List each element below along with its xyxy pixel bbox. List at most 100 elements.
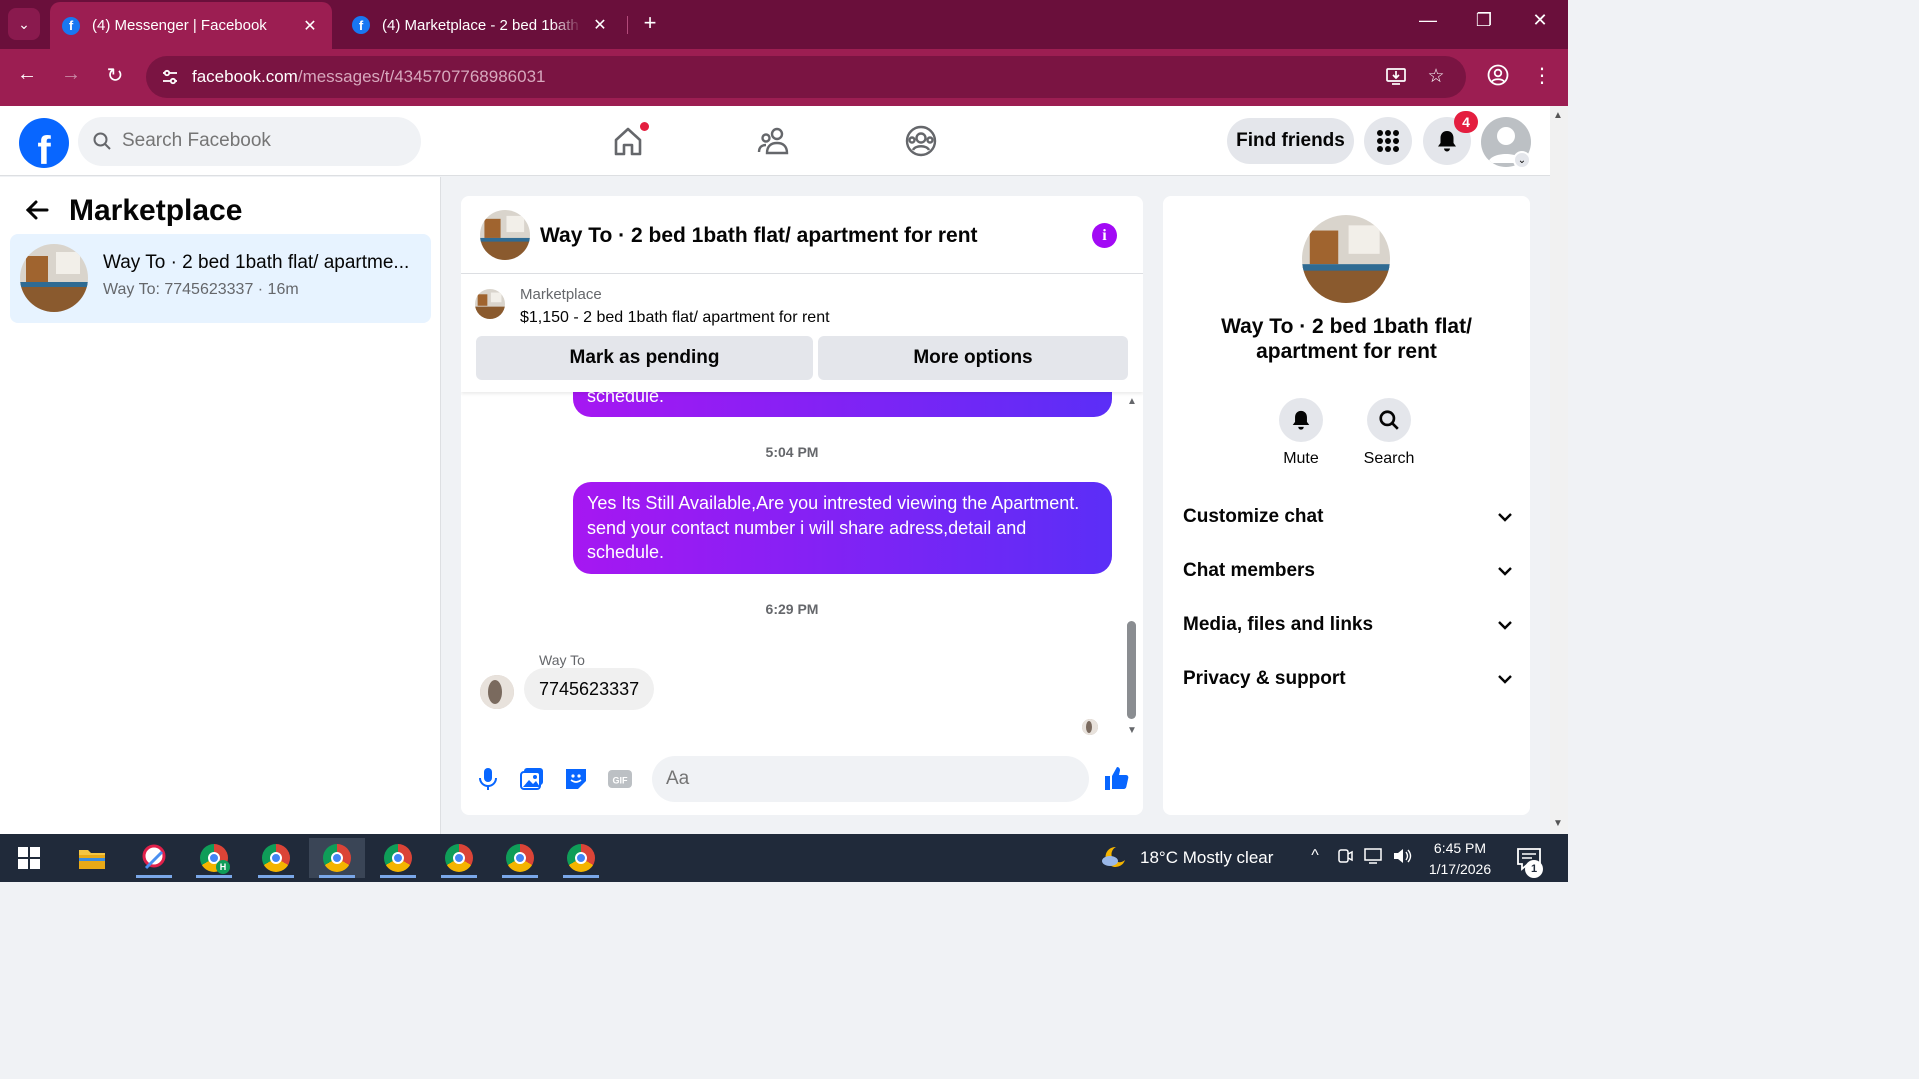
message-list[interactable]: schedule. 5:04 PM Yes Its Still Availabl… — [461, 392, 1143, 748]
chrome-profile-h-icon[interactable]: H — [186, 838, 242, 878]
gif-icon[interactable]: GIF — [607, 766, 633, 792]
account-caret-icon[interactable]: ⌄ — [1513, 151, 1531, 169]
section-label: Customize chat — [1183, 506, 1324, 527]
facebook-favicon-icon: f — [352, 16, 370, 34]
tab-close-icon[interactable]: ✕ — [590, 15, 610, 35]
tab-title: (4) Marketplace - 2 bed 1bath flat/ apar… — [382, 16, 582, 34]
meet-icon[interactable] — [1334, 847, 1356, 870]
photo-icon[interactable] — [519, 766, 545, 792]
listing-thumbnail[interactable] — [475, 289, 505, 319]
section-label: Media, files and links — [1183, 614, 1374, 635]
incoming-message[interactable]: 7745623337 — [524, 668, 655, 710]
media-files-links-section[interactable]: Media, files and links — [1183, 610, 1513, 640]
chat-title[interactable]: Way To · 2 bed 1bath flat/ apartment for… — [540, 224, 978, 248]
message-input-box[interactable] — [652, 756, 1089, 802]
search-input[interactable] — [122, 128, 402, 154]
listing-label: Marketplace — [520, 286, 602, 303]
mute-label: Mute — [1283, 450, 1319, 467]
privacy-support-section[interactable]: Privacy & support — [1183, 664, 1513, 694]
conversation-avatar[interactable] — [1302, 215, 1390, 303]
facebook-search[interactable] — [78, 117, 421, 166]
mute-button[interactable]: Mute — [1266, 398, 1336, 468]
tab-title: (4) Messenger | Facebook — [92, 17, 267, 34]
microphone-icon[interactable] — [475, 766, 501, 792]
file-explorer-icon[interactable] — [64, 838, 120, 878]
customize-chat-section[interactable]: Customize chat — [1183, 502, 1513, 532]
tab-search-button[interactable]: ⌄ — [8, 8, 40, 40]
scroll-down-arrow[interactable]: ▼ — [1125, 725, 1139, 736]
conversation-title: Way To · 2 bed 1bath flat/ apartme... — [103, 252, 410, 273]
new-tab-button[interactable]: + — [638, 10, 662, 38]
info-icon[interactable]: i — [1092, 223, 1117, 248]
chevron-down-icon — [1498, 567, 1512, 576]
site-info-icon[interactable] — [160, 67, 180, 87]
facebook-header: f Find friends ⌄ — [0, 106, 1550, 176]
notification-count-badge: 4 — [1454, 111, 1478, 133]
search-in-chat-button[interactable]: Search — [1354, 398, 1424, 468]
page-scroll-up-arrow[interactable]: ▲ — [1553, 110, 1563, 121]
outgoing-message[interactable]: Yes Its Still Available,Are you intreste… — [573, 482, 1112, 574]
search-icon — [93, 132, 111, 150]
back-arrow-icon[interactable] — [24, 197, 50, 230]
sender-avatar[interactable] — [480, 675, 514, 709]
system-clock[interactable]: 6:45 PM 1/17/2026 — [1412, 838, 1508, 880]
tab-messenger[interactable]: f (4) Messenger | Facebook ✕ — [50, 2, 332, 49]
search-label: Search — [1363, 450, 1415, 467]
svg-text:GIF: GIF — [613, 776, 629, 786]
browser-toolbar: ← → ↻ facebook.com/messages/t/4345707768… — [0, 49, 1568, 106]
browser-menu-icon[interactable]: ⋮ — [1528, 63, 1556, 91]
page-scroll-down-arrow[interactable]: ▼ — [1553, 818, 1563, 829]
chevron-down-icon — [1498, 513, 1512, 522]
chat-members-section[interactable]: Chat members — [1183, 556, 1513, 586]
timestamp: 6:29 PM — [765, 601, 819, 617]
thumbs-up-icon[interactable] — [1102, 764, 1130, 792]
sticker-icon[interactable] — [563, 766, 589, 792]
friends-icon[interactable] — [756, 123, 792, 159]
find-friends-button[interactable]: Find friends — [1227, 118, 1354, 164]
profile-icon[interactable] — [1484, 63, 1512, 91]
back-button[interactable]: ← — [13, 63, 41, 91]
address-bar[interactable]: facebook.com/messages/t/4345707768986031… — [146, 56, 1466, 98]
chat-avatar[interactable] — [480, 210, 530, 260]
volume-icon[interactable] — [1391, 847, 1413, 870]
menu-grid-button[interactable] — [1364, 117, 1412, 165]
close-window-button[interactable]: ✕ — [1520, 10, 1560, 31]
install-app-icon[interactable] — [1384, 65, 1408, 93]
windows-start-button[interactable] — [18, 847, 40, 869]
page-scrollbar[interactable]: ▲ ▼ — [1550, 106, 1568, 834]
minimize-button[interactable]: — — [1408, 10, 1448, 31]
moon-cloud-weather-icon[interactable] — [1100, 844, 1128, 872]
scroll-up-arrow[interactable]: ▲ — [1125, 396, 1139, 407]
chrome-profile-icon[interactable] — [431, 838, 487, 878]
chat-details-panel: Way To · 2 bed 1bath flat/ apartment for… — [1163, 196, 1530, 815]
tab-marketplace[interactable]: f (4) Marketplace - 2 bed 1bath flat/ ap… — [340, 6, 622, 44]
chevron-down-icon — [1498, 621, 1512, 630]
bookmark-star-icon[interactable]: ☆ — [1424, 65, 1448, 88]
chrome-profile-icon[interactable] — [492, 838, 548, 878]
reload-button[interactable]: ↻ — [101, 63, 129, 91]
chrome-profile-icon[interactable] — [553, 838, 609, 878]
conversation-item[interactable]: Way To · 2 bed 1bath flat/ apartme... Wa… — [10, 234, 431, 323]
chrome-profile-icon[interactable] — [248, 838, 304, 878]
chrome-profile-icon[interactable] — [370, 838, 426, 878]
groups-icon[interactable] — [903, 123, 939, 159]
listing-banner: Marketplace $1,150 - 2 bed 1bath flat/ a… — [461, 274, 1143, 392]
chat-scrollbar-thumb[interactable] — [1127, 621, 1136, 719]
tab-close-icon[interactable]: ✕ — [300, 16, 320, 36]
bell-icon — [1292, 410, 1310, 430]
weather-text[interactable]: 18°C Mostly clear — [1140, 848, 1273, 868]
network-icon[interactable] — [1362, 847, 1384, 870]
message-text: Yes Its Still Available,Are you intreste… — [587, 493, 1080, 562]
more-options-button[interactable]: More options — [818, 336, 1128, 380]
facebook-logo[interactable]: f — [19, 118, 69, 168]
mark-as-pending-button[interactable]: Mark as pending — [476, 336, 813, 380]
chrome-active-window-icon[interactable] — [309, 838, 365, 878]
message-input[interactable] — [666, 766, 1046, 792]
snipping-tool-icon[interactable] — [126, 838, 182, 878]
restore-button[interactable]: ❐ — [1464, 10, 1504, 31]
outgoing-message[interactable]: schedule. — [573, 392, 1112, 417]
forward-button[interactable]: → — [57, 63, 85, 91]
grid-icon — [1377, 130, 1399, 152]
show-hidden-icons-chevron-icon[interactable]: ^ — [1304, 847, 1326, 865]
listing-price-title[interactable]: $1,150 - 2 bed 1bath flat/ apartment for… — [520, 309, 830, 327]
